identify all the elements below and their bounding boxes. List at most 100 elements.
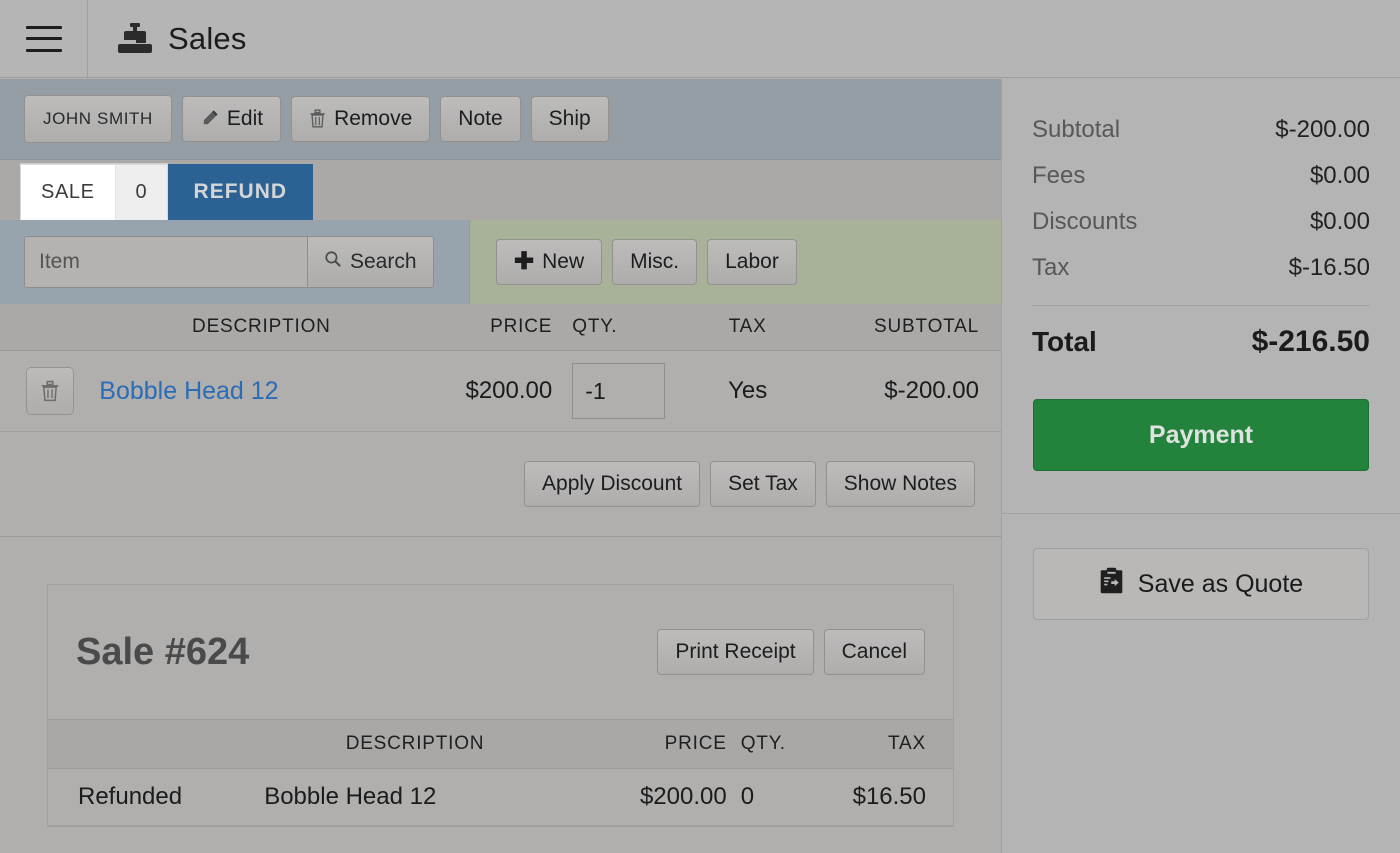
print-receipt-button[interactable]: Print Receipt: [657, 628, 814, 676]
misc-item-label: Misc.: [630, 249, 680, 273]
search-button[interactable]: Search: [307, 236, 434, 288]
customer-button[interactable]: JOHN SMITH: [24, 95, 172, 143]
sale-card-header: Sale #624 Print Receipt Cancel: [48, 585, 953, 719]
app-header: Sales: [0, 0, 1400, 78]
set-tax-label: Set Tax: [728, 471, 798, 495]
sale-card-container: Sale #624 Print Receipt Cancel DESCRIPTI…: [0, 537, 1001, 827]
search-input[interactable]: [24, 236, 307, 288]
row-qty-cell: [560, 350, 677, 432]
sale-title-number: #624: [164, 630, 250, 673]
pos-sales-screen: Sales JOHN SMITH Edit Remove Note Ship S…: [0, 0, 1400, 853]
sale-row-tax: $16.50: [832, 768, 953, 826]
subtotal-value: $-200.00: [1275, 116, 1370, 143]
payment-section: Payment: [1002, 368, 1400, 513]
payment-button[interactable]: Payment: [1033, 399, 1369, 471]
sale-row-status: Refunded: [48, 768, 265, 826]
quote-section: Save as Quote: [1002, 514, 1400, 654]
col-header-subtotal: SUBTOTAL: [818, 304, 1001, 351]
apply-discount-label: Apply Discount: [542, 471, 683, 495]
totals-row-subtotal: Subtotal $-200.00: [1032, 107, 1370, 153]
sale-col-header-qty: QTY.: [726, 719, 833, 769]
quantity-input[interactable]: [572, 363, 666, 419]
sale-row-qty: 0: [726, 768, 833, 826]
labor-item-label: Labor: [725, 249, 779, 273]
pencil-icon: [200, 109, 219, 128]
print-receipt-label: Print Receipt: [675, 639, 796, 663]
ship-button[interactable]: Ship: [530, 95, 609, 143]
hamburger-icon: [25, 25, 62, 52]
subtotal-label: Subtotal: [1032, 116, 1121, 143]
tab-refund[interactable]: REFUND: [167, 164, 314, 220]
col-header-qty: QTY.: [560, 304, 677, 351]
line-items-header-row: DESCRIPTION PRICE QTY. TAX SUBTOTAL: [0, 304, 1001, 351]
cash-register-icon: [118, 22, 152, 53]
line-item-link[interactable]: Bobble Head 12: [99, 377, 278, 405]
item-search-panel: Search: [0, 220, 470, 304]
total-label: Total: [1032, 326, 1097, 357]
note-button[interactable]: Note: [440, 95, 521, 143]
clipboard-quote-icon: [1099, 567, 1124, 601]
tax-value: $-16.50: [1288, 254, 1370, 281]
remove-customer-button[interactable]: Remove: [291, 95, 431, 143]
item-entry-row: Search ✚ New Misc. Labor: [0, 220, 1001, 304]
discounts-label: Discounts: [1032, 208, 1138, 235]
sale-history-header-row: DESCRIPTION PRICE QTY. TAX: [48, 719, 953, 769]
new-item-label: New: [542, 249, 585, 273]
totals-row-discounts: Discounts $0.00: [1032, 199, 1370, 245]
fees-label: Fees: [1032, 162, 1086, 189]
sale-col-header-status: [48, 719, 265, 769]
sale-row-description: Bobble Head 12: [264, 768, 566, 826]
col-header-tax: TAX: [676, 304, 819, 351]
misc-item-button[interactable]: Misc.: [612, 238, 698, 286]
labor-item-button[interactable]: Labor: [707, 238, 797, 286]
totals-list: Subtotal $-200.00 Fees $0.00 Discounts $…: [1002, 79, 1400, 368]
row-description-cell: Bobble Head 12: [99, 350, 424, 432]
show-notes-label: Show Notes: [843, 471, 957, 495]
magnifier-icon: [324, 250, 342, 274]
remove-label: Remove: [334, 106, 413, 130]
cancel-sale-button[interactable]: Cancel: [823, 628, 925, 676]
save-as-quote-label: Save as Quote: [1137, 569, 1304, 598]
customer-name-label: JOHN SMITH: [43, 109, 153, 129]
sale-col-header-price: PRICE: [565, 719, 727, 769]
customer-toolbar: JOHN SMITH Edit Remove Note Ship: [0, 79, 1001, 160]
tab-sale-count: 0: [114, 165, 167, 220]
main-panel: JOHN SMITH Edit Remove Note Ship SALE 0 …: [0, 79, 1001, 853]
totals-row-total: Total $-216.50: [1032, 316, 1370, 368]
sale-col-header-description: DESCRIPTION: [264, 719, 566, 769]
new-item-button[interactable]: ✚ New: [496, 238, 603, 286]
row-subtotal-cell: $-200.00: [818, 350, 1001, 432]
line-items-table: DESCRIPTION PRICE QTY. TAX SUBTOTAL Bobb…: [0, 304, 1001, 432]
header-title-group: Sales: [88, 21, 247, 57]
search-group: Search: [24, 236, 434, 288]
sale-card: Sale #624 Print Receipt Cancel DESCRIPTI…: [47, 584, 954, 827]
sale-row-price: $200.00: [565, 768, 727, 826]
totals-divider: [1032, 305, 1370, 306]
trash-icon: [309, 109, 326, 128]
edit-customer-button[interactable]: Edit: [181, 95, 282, 143]
search-button-label: Search: [350, 250, 417, 273]
edit-label: Edit: [226, 106, 264, 130]
trash-icon: [41, 380, 58, 402]
delete-line-item-button[interactable]: [25, 367, 74, 415]
payment-label: Payment: [1148, 420, 1254, 449]
menu-button[interactable]: [0, 0, 88, 78]
sale-card-title: Sale #624: [76, 631, 249, 674]
totals-row-tax: Tax $-16.50: [1032, 245, 1370, 291]
plus-icon: ✚: [514, 247, 535, 275]
sale-history-table: DESCRIPTION PRICE QTY. TAX Refunded Bobb…: [48, 719, 953, 826]
page-title: Sales: [168, 20, 247, 56]
tax-label: Tax: [1032, 254, 1070, 281]
set-tax-button[interactable]: Set Tax: [710, 460, 816, 508]
save-as-quote-button[interactable]: Save as Quote: [1033, 548, 1369, 620]
col-header-price: PRICE: [423, 304, 561, 351]
apply-discount-button[interactable]: Apply Discount: [524, 460, 701, 508]
tab-sale[interactable]: SALE 0: [20, 164, 168, 220]
show-notes-button[interactable]: Show Notes: [825, 460, 975, 508]
tab-refund-label: REFUND: [193, 180, 288, 203]
note-label: Note: [458, 106, 503, 130]
sale-title-prefix: Sale: [76, 630, 155, 673]
line-item-actions: Apply Discount Set Tax Show Notes: [0, 432, 1001, 537]
item-actions-panel: ✚ New Misc. Labor: [470, 220, 1001, 304]
col-header-description: DESCRIPTION: [99, 304, 424, 351]
